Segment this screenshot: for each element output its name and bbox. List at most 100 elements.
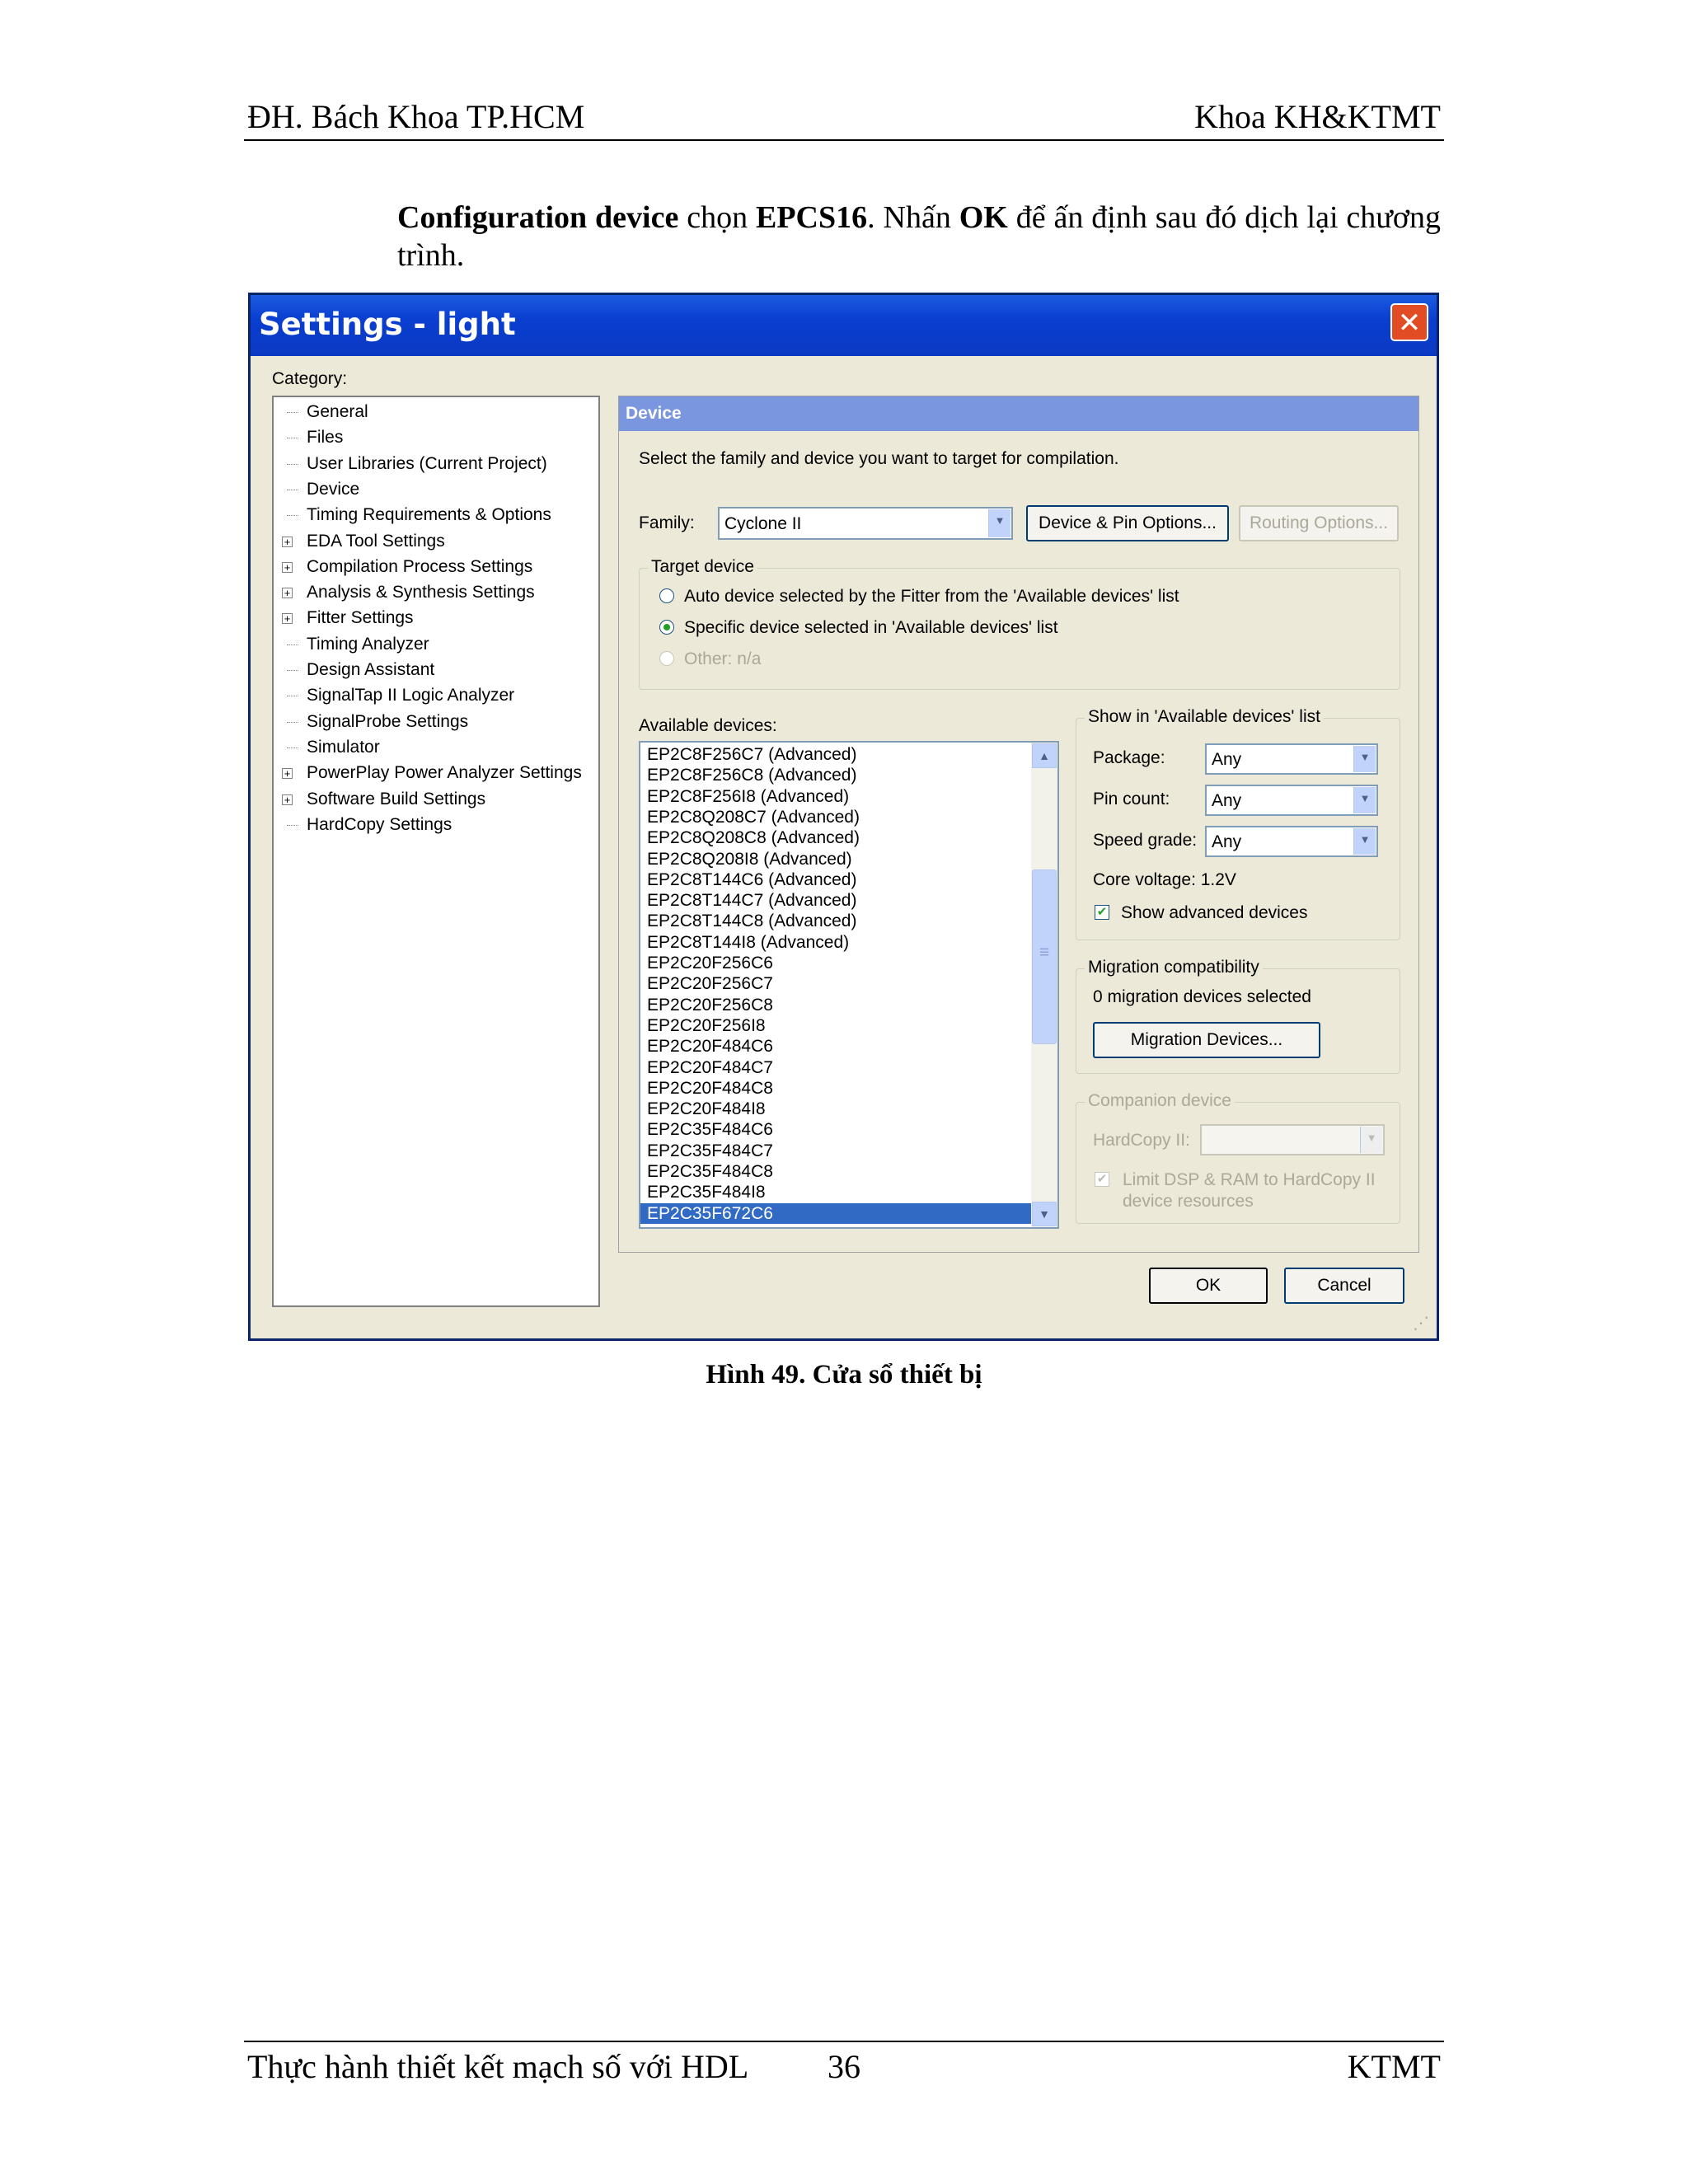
tree-item-label: User Libraries (Current Project) [307,453,547,473]
family-value: Cyclone II [724,514,802,533]
expand-icon[interactable]: + [282,588,293,599]
radio-specific[interactable] [659,620,674,635]
radio-other[interactable] [659,651,674,666]
expand-icon[interactable]: + [282,794,293,805]
device-list-item[interactable]: EP2C8Q208C8 (Advanced) [647,827,860,848]
tree-items: General Files User Libraries (Current Proj… [274,397,598,859]
scroll-thumb[interactable]: ≡ [1032,869,1057,1044]
limit-dsp-label-2: device resources [1123,1192,1254,1211]
tree-connector [287,515,298,517]
scrollbar[interactable]: ▲ ≡ ▼ [1031,743,1057,1227]
tree-connector [287,644,298,645]
tree-item-label: SignalTap II Logic Analyzer [307,686,515,705]
show-group-title: Show in 'Available devices' list [1085,707,1324,727]
companion-group-title: Companion device [1085,1091,1235,1111]
device-list-item[interactable]: EP2C35F672C6 [640,1202,1031,1224]
speed-label: Speed grade: [1093,831,1198,850]
settings-dialog: Settings - light ✕ Category: General File… [248,293,1439,1341]
dialog-title: Settings - light [259,307,516,342]
bold-term-epcs: EPCS16 [756,200,868,235]
body-paragraph: Configuration device chọn EPCS16. Nhấn O… [397,199,1441,274]
device-list-item[interactable]: EP2C20F256C7 [647,973,773,994]
title-bar[interactable]: Settings - light ✕ [251,295,1437,356]
device-list-item[interactable]: EP2C20F484C6 [647,1036,773,1057]
pincount-select[interactable]: Any ▼ [1205,785,1378,816]
hardcopy-label: HardCopy II: [1093,1131,1190,1150]
migration-count: 0 migration devices selected [1093,987,1311,1006]
device-list-item[interactable]: EP2C8T144C6 (Advanced) [647,869,856,890]
device-list-item[interactable]: EP2C20F256C8 [647,995,773,1015]
available-devices-label: Available devices: [639,716,777,735]
scroll-down-icon[interactable]: ▼ [1032,1202,1057,1226]
radio-specific-label: Specific device selected in 'Available d… [684,618,1058,637]
device-list-item[interactable]: EP2C8F256C8 (Advanced) [647,765,856,785]
device-list-item[interactable]: EP2C8Q208C7 (Advanced) [647,807,860,827]
device-list-item[interactable]: EP2C35F484I8 [647,1182,766,1202]
target-device-group: Target device Auto device selected by th… [639,557,1400,690]
footer-right: KTMT [1347,2048,1441,2085]
tree-item-label: Analysis & Synthesis Settings [307,583,535,602]
tree-item-label: EDA Tool Settings [307,531,445,551]
tree-item-label: Device [307,479,360,499]
device-list-item[interactable]: EP2C20F484C8 [647,1078,773,1099]
expand-icon[interactable]: + [282,768,293,780]
device-list-item[interactable]: EP2C8Q208I8 (Advanced) [647,849,852,869]
pincount-label: Pin count: [1093,790,1170,808]
tree-item-label: General [307,402,368,421]
device-list-item[interactable]: EP2C35F484C7 [647,1141,773,1161]
text-run: chọn [678,200,756,235]
routing-options-button[interactable]: Routing Options... [1239,505,1399,541]
family-label: Family: [639,513,695,532]
device-list-item[interactable]: EP2C35F484C6 [647,1119,773,1140]
resize-grip-icon[interactable]: ⋰ [1413,1314,1432,1333]
device-pin-options-button[interactable]: Device & Pin Options... [1026,505,1229,541]
migration-group-title: Migration compatibility [1085,958,1263,977]
bold-term-ok: OK [959,200,1008,235]
show-advanced-checkbox[interactable]: ✔ [1095,905,1109,920]
device-list-item[interactable]: EP2C8F256I8 (Advanced) [647,786,849,807]
speed-value: Any [1212,832,1242,851]
show-filter-group: Show in 'Available devices' list Package… [1076,707,1400,940]
device-list-item[interactable]: EP2C8T144C7 (Advanced) [647,890,856,911]
family-select[interactable]: Cyclone II ▼ [718,507,1013,540]
hardcopy-select[interactable]: ▼ [1200,1124,1385,1155]
scroll-up-icon[interactable]: ▲ [1032,743,1057,768]
device-list-item[interactable]: EP2C35F484C8 [647,1161,773,1182]
migration-devices-button[interactable]: Migration Devices... [1093,1022,1320,1058]
limit-dsp-checkbox[interactable]: ✔ [1095,1172,1109,1187]
package-select[interactable]: Any ▼ [1205,743,1378,775]
footer-left: Thực hành thiết kết mạch số với HDL [247,2048,749,2085]
device-list-item[interactable]: EP2C20F484C7 [647,1057,773,1078]
category-tree: General Files User Libraries (Current Proj… [272,396,600,1307]
tree-connector [287,412,298,413]
package-label: Package: [1093,748,1165,767]
device-list-item[interactable]: EP2C8T144C8 (Advanced) [647,911,856,931]
tree-item-label: Simulator [307,737,380,757]
category-label: Category: [272,369,348,388]
close-button[interactable]: ✕ [1390,303,1428,341]
chevron-down-icon: ▼ [1353,828,1376,855]
device-list-item[interactable]: EP2C8T144I8 (Advanced) [647,932,849,953]
footer-rule [244,2041,1444,2042]
device-list-item[interactable]: EP2C20F256C6 [647,953,773,973]
device-header-text: Device [626,404,682,423]
device-panel: Device Select the family and device you … [618,396,1419,1253]
pincount-value: Any [1212,791,1242,810]
radio-auto[interactable] [659,588,674,603]
radio-auto-label: Auto device selected by the Fitter from … [684,587,1179,606]
device-list-item[interactable]: EP2C8F256C7 (Advanced) [647,744,856,765]
device-list-item[interactable]: EP2C20F256I8 [647,1015,766,1036]
ok-button[interactable]: OK [1149,1268,1268,1304]
expand-icon[interactable]: + [282,536,293,547]
device-list-item[interactable]: EP2C20F484I8 [647,1099,766,1119]
tree-item-label: PowerPlay Power Analyzer Settings [307,763,582,783]
speed-select[interactable]: Any ▼ [1205,826,1378,857]
companion-group: Companion device HardCopy II: ▼ ✔ Limit … [1076,1091,1400,1224]
expand-icon[interactable]: + [282,613,293,625]
available-devices-list[interactable]: EP2C8F256C7 (Advanced) EP2C8F256C8 (Advan… [639,741,1059,1229]
chevron-down-icon: ▼ [1353,746,1376,772]
tree-item-label: SignalProbe Settings [307,711,469,731]
cancel-button[interactable]: Cancel [1284,1268,1404,1304]
header-rule [244,139,1444,141]
expand-icon[interactable]: + [282,561,293,573]
